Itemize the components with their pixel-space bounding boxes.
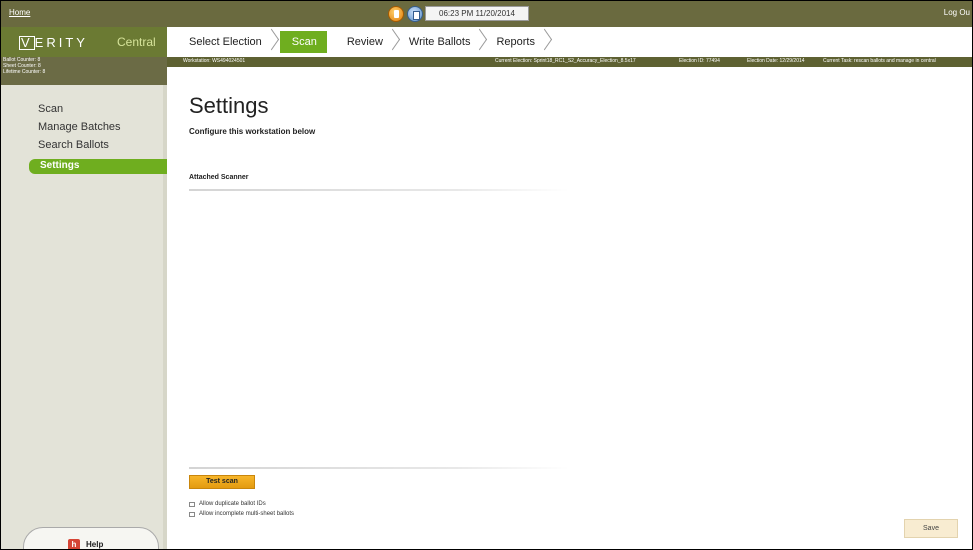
checkbox-label: Allow incomplete multi-sheet ballots: [199, 511, 295, 517]
orange-status-icon[interactable]: [388, 6, 404, 22]
blue-status-icon[interactable]: [407, 6, 423, 22]
sidebar-item-scan[interactable]: Scan: [38, 103, 63, 115]
help-button[interactable]: h Help: [23, 527, 159, 549]
checkbox-box[interactable]: [189, 501, 195, 507]
current-election-info: Current Election: Sprint18_RC1_S2_Accura…: [495, 58, 636, 64]
logout-link[interactable]: Log Ou: [944, 8, 970, 17]
help-icon: h: [68, 539, 80, 549]
header-bar: V ERITY Central Select Election Scan Revi…: [1, 27, 972, 57]
brand-name-rest: ERITY: [34, 35, 88, 50]
brand-logo: V ERITY Central: [1, 27, 167, 57]
help-label: Help: [86, 540, 104, 549]
test-scan-button[interactable]: Test scan: [189, 475, 255, 489]
sidebar-item-label: Settings: [40, 160, 80, 171]
tab-reports[interactable]: Reports: [484, 31, 549, 53]
workflow-tabs: Select Election Scan Review Write Ballot…: [181, 31, 549, 53]
divider: [189, 189, 569, 191]
tab-select-election[interactable]: Select Election: [181, 31, 276, 53]
checkbox-box[interactable]: [189, 511, 195, 517]
allow-incomplete-multisheet-checkbox[interactable]: Allow incomplete multi-sheet ballots: [189, 511, 294, 517]
election-id-info: Election ID: 77494: [679, 58, 720, 64]
tab-review[interactable]: Review: [335, 31, 397, 53]
current-task-info: Current Task: rescan ballots and manage …: [823, 58, 936, 64]
top-bar: Home 06:23 PM 11/20/2014 Log Ou: [1, 1, 972, 27]
sidebar-item-search-ballots[interactable]: Search Ballots: [38, 139, 109, 151]
app-window: Home 06:23 PM 11/20/2014 Log Ou V ERITY C…: [0, 0, 973, 550]
divider: [189, 467, 569, 469]
tab-write-ballots[interactable]: Write Ballots: [397, 31, 485, 53]
sidebar-item-settings[interactable]: Settings: [29, 159, 167, 174]
allow-duplicate-ids-checkbox[interactable]: Allow duplicate ballot IDs: [189, 501, 266, 507]
sidebar-item-manage-batches[interactable]: Manage Batches: [38, 121, 121, 133]
election-date-info: Election Date: 12/29/2014: [747, 58, 805, 64]
lifetime-counter: Lifetime Counter: 8: [3, 69, 46, 75]
tab-scan[interactable]: Scan: [279, 31, 327, 53]
save-button[interactable]: Save: [904, 519, 958, 538]
counters-panel: Ballot Counter: 8 Sheet Counter: 8 Lifet…: [1, 57, 167, 85]
brand-name: V ERITY: [19, 35, 88, 50]
sidebar: Scan Manage Batches Search Ballots Setti…: [1, 85, 167, 549]
checkbox-label: Allow duplicate ballot IDs: [199, 501, 266, 507]
clock-display: 06:23 PM 11/20/2014: [425, 6, 529, 21]
workstation-info: Workstation: WS494024501: [183, 58, 246, 64]
brand-product: Central: [117, 35, 156, 49]
attached-scanner-label: Attached Scanner: [189, 174, 249, 181]
page-title: Settings: [189, 93, 269, 118]
page-subtitle: Configure this workstation below: [189, 127, 316, 136]
home-link[interactable]: Home: [9, 8, 30, 17]
